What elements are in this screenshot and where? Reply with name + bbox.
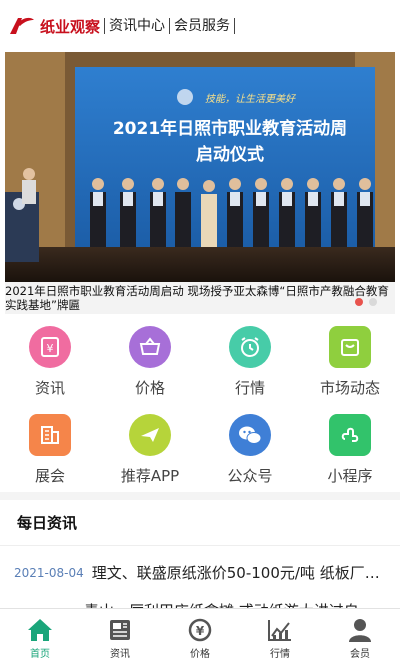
- app-header: 纸业观察 资讯中心 会员服务: [0, 0, 400, 52]
- user-icon: [349, 619, 371, 642]
- plane-icon: [129, 414, 171, 456]
- screen-subtitle: 启动仪式: [196, 144, 264, 165]
- bottom-nav-member[interactable]: 会员: [320, 609, 400, 666]
- logo-icon: [10, 17, 34, 34]
- grid-item-recommend-app[interactable]: 推荐APP: [100, 414, 200, 490]
- news-headline: 理文、联盛原纸涨价50-100元/吨 纸板厂…: [91, 564, 380, 582]
- trend-icon: [268, 620, 291, 641]
- nav-label: 价格: [190, 649, 210, 660]
- grid-item-market-news[interactable]: 市场动态: [300, 326, 400, 402]
- price-icon: ¥: [188, 618, 212, 642]
- info-icon: ¥: [29, 326, 71, 368]
- wechat-icon: [229, 414, 271, 456]
- grid-item-market[interactable]: 行情: [200, 326, 300, 402]
- grid-label: 推荐APP: [120, 467, 180, 485]
- news-icon: [110, 620, 130, 640]
- brand-name: 纸业观察: [40, 17, 101, 36]
- grid-item-price[interactable]: 价格: [100, 326, 200, 402]
- nav-label: 资讯: [110, 649, 130, 660]
- carousel-dot[interactable]: [355, 298, 363, 306]
- nav-news-center[interactable]: 资讯中心: [104, 18, 169, 34]
- grid-item-exhibition[interactable]: 展会: [0, 414, 100, 490]
- basket-icon: [129, 326, 171, 368]
- svg-text:¥: ¥: [196, 624, 205, 638]
- news-item[interactable]: 2021-08-04 理文、联盛原纸涨价50-100元/吨 纸板厂…: [14, 562, 400, 583]
- nav-label: 会员: [350, 649, 370, 660]
- nav-label: 首页: [30, 649, 50, 660]
- category-grid: ¥ 资讯 价格 行情 市场动态 展会 推荐APP 公众号 小程序: [0, 326, 400, 490]
- grid-label: 展会: [34, 467, 65, 485]
- daily-news-title: 每日资讯: [17, 514, 78, 532]
- clock-icon: [229, 326, 271, 368]
- miniprogram-icon: [329, 414, 371, 456]
- home-icon: [28, 619, 52, 641]
- nav-label: 行情: [270, 649, 290, 660]
- grid-item-mini-program[interactable]: 小程序: [300, 414, 400, 490]
- grid-label: 公众号: [227, 467, 273, 485]
- grid-label: 价格: [134, 379, 165, 397]
- screen-slogan: 技能，让生活更美好: [205, 93, 297, 105]
- banner-carousel[interactable]: 技能，让生活更美好 2021年日照市职业教育活动周 启动仪式 2021年日照市职…: [5, 52, 395, 314]
- bottom-nav-news[interactable]: 资讯: [80, 609, 160, 666]
- bag-icon: [329, 326, 371, 368]
- divider: [0, 545, 400, 546]
- news-date: 2021-08-04: [14, 565, 84, 580]
- bottom-nav-home[interactable]: 首页: [0, 609, 80, 666]
- nav-member-service[interactable]: 会员服务: [169, 18, 236, 34]
- carousel-dots: [355, 298, 377, 306]
- screen-title: 2021年日照市职业教育活动周: [113, 118, 347, 139]
- svg-text:¥: ¥: [47, 342, 54, 355]
- bottom-nav-price[interactable]: ¥ 价格: [160, 609, 240, 666]
- grid-label: 资讯: [34, 379, 65, 397]
- carousel-dot[interactable]: [369, 298, 377, 306]
- grid-item-official-account[interactable]: 公众号: [200, 414, 300, 490]
- grid-item-news[interactable]: ¥ 资讯: [0, 326, 100, 402]
- grid-label: 行情: [234, 379, 265, 397]
- building-icon: [29, 414, 71, 456]
- brand-logo[interactable]: 纸业观察: [8, 14, 104, 38]
- banner-photo: 技能，让生活更美好 2021年日照市职业教育活动周 启动仪式: [5, 52, 395, 282]
- section-divider: [0, 492, 400, 500]
- grid-label: 小程序: [327, 467, 373, 485]
- bottom-nav: 首页 资讯 ¥ 价格 行情 会员: [0, 608, 400, 666]
- bottom-nav-trend[interactable]: 行情: [240, 609, 320, 666]
- banner-caption[interactable]: 2021年日照市职业教育活动周启动 现场授予亚太森博“日照市产教融合教育实践基地…: [5, 282, 395, 314]
- grid-label: 市场动态: [319, 379, 380, 397]
